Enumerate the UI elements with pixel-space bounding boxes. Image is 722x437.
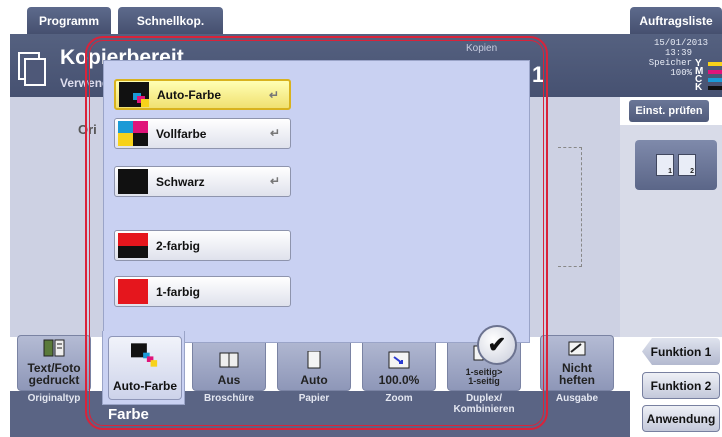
preview-frame: [558, 147, 582, 267]
page-2-icon: 2: [678, 154, 696, 176]
application-button[interactable]: Anwendung: [642, 405, 720, 432]
tab-auftragsliste[interactable]: Auftragsliste: [630, 7, 722, 34]
output-button[interactable]: Nicht heften: [540, 335, 614, 391]
output-caption: Ausgabe: [555, 393, 599, 404]
page-1-icon: 1: [656, 154, 674, 176]
tab-programm[interactable]: Programm: [27, 7, 111, 34]
original-type-icon: [43, 339, 65, 357]
tab-schnellkop[interactable]: Schnellkop.: [118, 7, 223, 34]
toner-c-bar: [708, 78, 722, 82]
status-time: 13:39: [664, 48, 692, 58]
check-settings-button[interactable]: Einst. prüfen: [629, 100, 709, 122]
status-memory-value: 100%: [670, 68, 692, 78]
original-type-value: Text/Foto gedruckt: [27, 361, 81, 387]
callout-inner-frame: [89, 40, 544, 426]
function-1-button[interactable]: Funktion 1: [642, 338, 720, 365]
status-date: 15/01/2013: [653, 38, 708, 48]
toner-y-bar: [708, 62, 722, 66]
duplex-preview-button[interactable]: 1 2: [635, 140, 717, 190]
function-2-button[interactable]: Funktion 2: [642, 372, 720, 399]
original-type-button[interactable]: Text/Foto gedruckt: [17, 335, 91, 391]
output-value: Nicht heften: [559, 361, 595, 387]
toner-k-bar: [708, 86, 722, 90]
document-icon: [18, 52, 46, 86]
toner-m-bar: [708, 70, 722, 74]
copier-screen: Programm Schnellkop. Auftragsliste Kopie…: [0, 0, 722, 437]
toner-labels: Y M C K: [695, 59, 703, 93]
top-bar: Programm Schnellkop. Auftragsliste: [0, 0, 722, 34]
staple-icon: [568, 341, 586, 356]
toner-k-label: K: [695, 82, 703, 93]
original-type-caption: Originaltyp: [27, 393, 81, 404]
status-memory-label: Speicher: [648, 58, 692, 68]
